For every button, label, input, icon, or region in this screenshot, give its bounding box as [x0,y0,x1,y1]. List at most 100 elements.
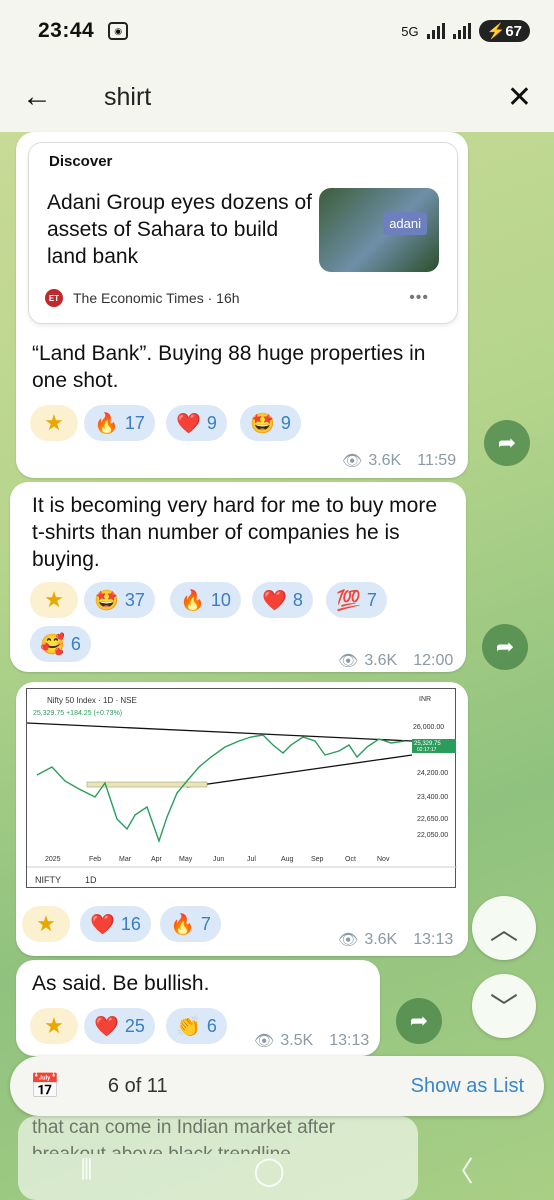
scroll-up-button[interactable]: ︿ [472,896,536,960]
chart-symbol: NIFTY [35,875,61,885]
y-tick: 26,000.00 [413,724,444,731]
chart-currency: INR [419,696,431,703]
star-reaction[interactable]: ★ [30,582,78,618]
reaction-pill[interactable]: ❤️ 9 [166,405,227,441]
view-count: 3.6K [364,931,398,948]
eye-icon: 👁 [338,653,359,670]
thumb-logo-text: adani [383,212,427,235]
reaction-pill[interactable]: 💯 7 [326,582,387,618]
link-preview-card[interactable]: Discover Adani Group eyes dozens of asse… [28,142,458,324]
forward-button[interactable]: ➦ [482,624,528,670]
clapping-icon: 👏 [176,1015,201,1038]
fire-icon: 🔥 [180,589,205,612]
message-time: 11:59 [417,452,457,469]
show-as-list-button[interactable]: Show as List [411,1075,524,1098]
star-reaction[interactable]: ★ [30,405,78,441]
star-reaction[interactable]: ★ [22,906,70,942]
chart-price-line: 25,329.75 +184.25 (+0.73%) [33,710,122,717]
heart-icon: ❤️ [94,1015,119,1038]
card-source: ET The Economic Times · 16h [45,289,240,307]
reaction-pill[interactable]: 🥰 6 [30,626,91,662]
message-meta-2: 👁 3.6K 12:00 [338,651,453,671]
reaction-count: 8 [292,589,303,610]
reaction-pill[interactable]: 🔥 10 [170,582,241,618]
upper-trendline [26,722,413,742]
message-time: 12:00 [413,652,454,669]
reaction-pill[interactable]: 🔥 7 [160,906,221,942]
reaction-count: 7 [366,589,377,610]
reaction-count: 7 [200,913,211,934]
reaction-count: 9 [206,412,217,433]
card-headline[interactable]: Adani Group eyes dozens of assets of Sah… [47,189,317,270]
message-text-4: As said. Be bullish. [32,972,210,995]
chart-svg: Nifty 50 Index · 1D · NSE 25,329.75 +184… [26,696,457,885]
smiling-hearts-icon: 🥰 [40,633,65,656]
y-tick: 23,400.00 [417,794,448,801]
x-tick: Oct [345,856,356,863]
reaction-count: 37 [124,589,145,610]
x-tick: Aug [281,856,294,863]
network-label: 5G [401,23,419,39]
message-meta-1: 👁 3.6K 11:59 [342,451,456,471]
reaction-count: 9 [280,412,291,433]
x-tick: Jul [247,856,256,863]
x-tick: May [179,856,193,863]
heart-icon: ❤️ [176,412,201,435]
system-nav-bar: ⦀ ◯ 〈 [0,1140,554,1200]
result-counter: 6 of 11 [107,1074,168,1097]
recents-icon[interactable]: ⦀ [80,1154,92,1187]
signal-icon [426,23,445,39]
reaction-pill[interactable]: ❤️ 25 [84,1008,155,1044]
message-text-2: It is becoming very hard for me to buy m… [32,494,437,571]
search-results-bar: 📅 6 of 11 Show as List [10,1056,544,1116]
reaction-pill[interactable]: ❤️ 16 [80,906,151,942]
screen-record-icon: ◉ [108,22,129,40]
message-meta-4: 👁 3.5K 13:13 [254,1031,369,1051]
signal-icon-2 [452,23,471,39]
star-struck-icon: 🤩 [250,412,275,435]
view-count: 3.6K [368,452,402,469]
battery-icon: ⚡67 [478,20,530,42]
status-bar: 23:44 ◉ 5G ⚡67 [0,0,554,62]
back-icon[interactable]: 〈 [446,1150,474,1190]
lower-trendline [186,754,413,788]
reaction-count: 6 [206,1015,217,1036]
message-text-1: “Land Bank”. Buying 88 huge properties i… [32,342,426,392]
calendar-search-icon[interactable]: 📅 [30,1072,60,1101]
message-time: 13:13 [329,1032,370,1049]
reaction-pill[interactable]: ❤️ 8 [252,582,313,618]
x-tick: Feb [89,856,101,863]
search-input[interactable]: shirt [104,83,151,112]
reaction-pill[interactable]: 👏 6 [166,1008,227,1044]
home-icon[interactable]: ◯ [253,1154,284,1187]
chart-title: Nifty 50 Index · 1D · NSE [47,696,137,705]
x-tick: Sep [311,856,324,863]
x-tick: Jun [213,856,224,863]
forward-button[interactable]: ➦ [484,420,530,466]
reaction-count: 17 [124,412,145,433]
heart-icon: ❤️ [90,913,115,936]
eye-icon: 👁 [338,932,359,949]
back-arrow-icon[interactable]: ← [22,80,62,114]
y-tick: 24,200.00 [417,770,448,777]
status-icons: 5G ⚡67 [401,20,530,42]
reaction-pill[interactable]: 🤩 9 [240,405,301,441]
scroll-down-button[interactable]: ﹀ [472,974,536,1038]
more-options-icon[interactable]: ••• [409,289,429,307]
forward-button[interactable]: ➦ [396,998,442,1044]
chart-image[interactable]: Nifty 50 Index · 1D · NSE 25,329.75 +184… [26,688,457,888]
et-logo-icon: ET [45,289,63,307]
eye-icon: 👁 [254,1033,275,1050]
close-icon[interactable]: ✕ [507,80,532,115]
star-reaction[interactable]: ★ [30,1008,78,1044]
card-source-text: The Economic Times · 16h [73,290,240,306]
last-price-timer: 02:17:17 [417,747,437,753]
card-label: Discover [49,153,113,170]
x-tick: Mar [119,856,132,863]
reaction-pill[interactable]: 🔥 17 [84,405,155,441]
reaction-pill[interactable]: 🤩 37 [84,582,155,618]
message-time: 13:13 [413,931,454,948]
star-struck-icon: 🤩 [94,589,119,612]
reaction-count: 6 [70,633,81,654]
chart-interval: 1D [85,875,97,885]
